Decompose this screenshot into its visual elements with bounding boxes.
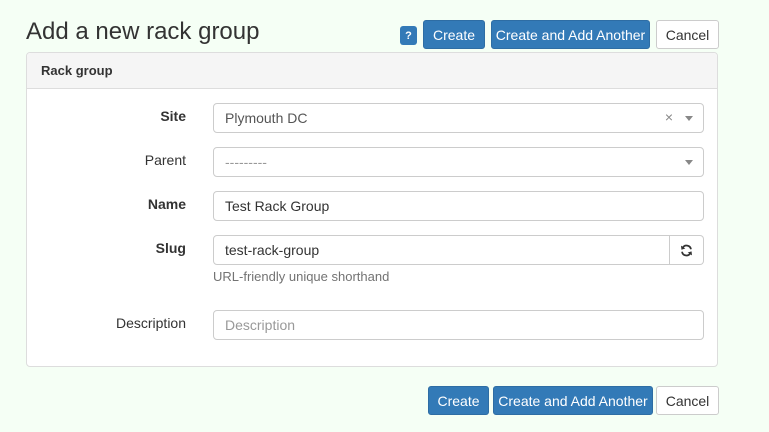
- description-input[interactable]: Description: [213, 310, 704, 340]
- site-label: Site: [160, 108, 186, 124]
- create-and-add-another-button-top[interactable]: Create and Add Another: [491, 20, 650, 49]
- caret-down-icon: [685, 116, 693, 121]
- name-input-value: Test Rack Group: [225, 198, 330, 214]
- name-label: Name: [147, 196, 186, 212]
- slug-label: Slug: [155, 240, 186, 256]
- site-select-value: Plymouth DC: [225, 110, 308, 126]
- panel-heading: Rack group: [27, 53, 717, 89]
- slug-input-value: test-rack-group: [225, 242, 320, 258]
- slug-input[interactable]: test-rack-group: [213, 235, 670, 265]
- description-placeholder: Description: [225, 317, 296, 333]
- caret-down-icon: [685, 160, 693, 165]
- name-input[interactable]: Test Rack Group: [213, 191, 704, 221]
- parent-select-value: ---------: [225, 154, 267, 170]
- cancel-button-top[interactable]: Cancel: [656, 20, 719, 49]
- help-button[interactable]: ?: [400, 26, 417, 45]
- parent-label: Parent: [144, 152, 186, 168]
- create-button-bottom[interactable]: Create: [428, 386, 489, 415]
- parent-select[interactable]: ---------: [213, 147, 704, 177]
- create-button-top[interactable]: Create: [423, 20, 485, 49]
- create-and-add-another-button-bottom[interactable]: Create and Add Another: [493, 386, 653, 415]
- clear-icon[interactable]: ×: [665, 109, 673, 125]
- description-label: Description: [115, 315, 186, 331]
- refresh-icon: [680, 244, 693, 256]
- slug-help-text: URL-friendly unique shorthand: [213, 269, 390, 284]
- cancel-button-bottom[interactable]: Cancel: [656, 386, 719, 415]
- regenerate-slug-button[interactable]: [670, 235, 704, 265]
- page-title: Add a new rack group: [26, 18, 260, 45]
- site-select[interactable]: Plymouth DC ×: [213, 103, 704, 133]
